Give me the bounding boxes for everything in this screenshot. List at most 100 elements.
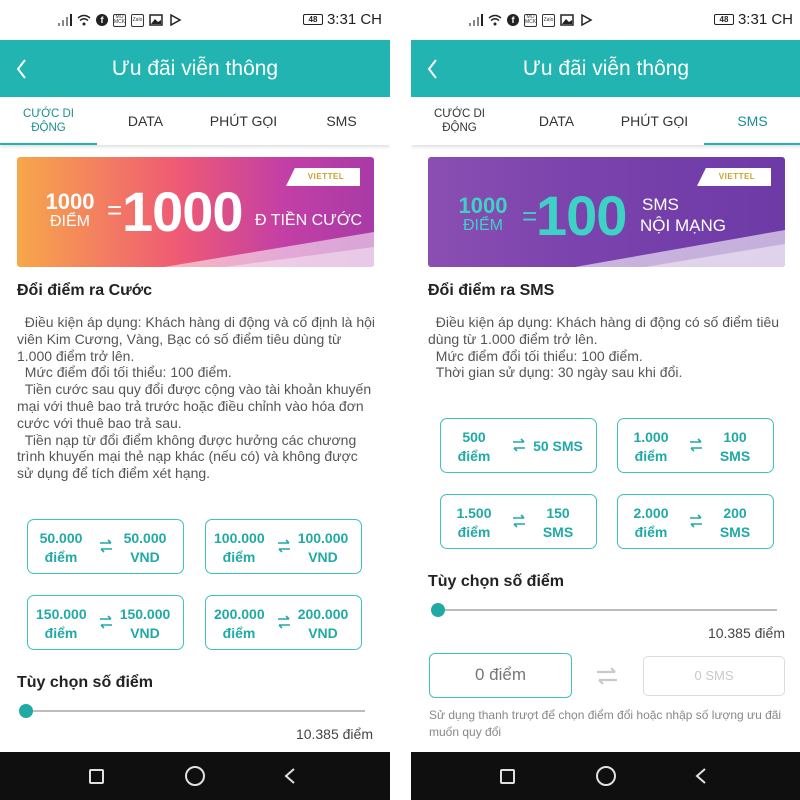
signal-icon — [58, 14, 72, 26]
custom-points-title: Tùy chọn số điểm — [428, 573, 565, 590]
banner-equals: = — [107, 195, 123, 225]
exchange-option-1000[interactable]: 1.000 điểm 100 SMS — [617, 418, 774, 473]
promo-banner: VIETTEL 1000 ĐIỂM = 100 SMS NỘI MẠNG — [428, 157, 785, 267]
battery-icon: 48 — [302, 14, 323, 25]
exchange-option-2000[interactable]: 2.000 điểm 200 SMS — [617, 494, 774, 549]
option-value: 150 SMS — [542, 505, 574, 540]
tab-data[interactable]: DATA — [508, 97, 605, 145]
tab-sms[interactable]: SMS — [293, 97, 390, 145]
app-bar: Ưu đãi viễn thông — [0, 40, 390, 97]
triangle-back-icon[interactable] — [283, 767, 297, 785]
option-value: 150.000 VND — [119, 606, 171, 641]
option-points: 1.000 điểm — [633, 429, 669, 464]
gallery-icon — [149, 14, 163, 26]
option-points: 500 điểm — [457, 429, 491, 464]
tab-data[interactable]: DATA — [97, 97, 194, 145]
promo-banner: VIETTEL 1000 ĐIỂM = 1000 Đ TIỀN CƯỚC — [17, 157, 374, 267]
swap-arrows-icon — [513, 438, 525, 452]
exchange-option-150000[interactable]: 150.000 điểm 150.000 VND — [27, 595, 184, 650]
helper-text: Sử dụng thanh trượt để chọn điểm đổi hoặ… — [429, 708, 782, 739]
swap-arrows-icon — [690, 514, 702, 528]
banner-suffix-line2: NỘI MẠNG — [640, 216, 726, 235]
status-bar: f MO MCK Zalo 48 3:31 CH — [411, 0, 800, 40]
swap-arrows-icon — [690, 438, 702, 452]
banner-suffix-line1: SMS — [642, 195, 679, 214]
status-icons: f MO MCK Zalo — [58, 12, 182, 28]
exchange-option-100000[interactable]: 100.000 điểm 100.000 VND — [205, 519, 362, 574]
tab-bar: CƯỚC DI ĐỘNG DATA PHÚT GỌI SMS — [411, 97, 800, 145]
swap-arrows-icon — [513, 514, 525, 528]
points-slider-track[interactable] — [25, 710, 365, 712]
banner-value: 1000 — [122, 180, 244, 243]
swap-arrows-icon — [100, 615, 112, 629]
facebook-icon: f — [96, 14, 108, 26]
status-time: 3:31 CH — [737, 11, 793, 28]
section-title: Đổi điểm ra SMS — [428, 282, 555, 299]
page-title: Ưu đãi viễn thông — [522, 57, 690, 80]
option-value: 50 SMS — [533, 438, 583, 454]
option-points: 1.500 điểm — [456, 505, 492, 540]
screenshot-stage: f MO MCK Zalo 48 3:31 CH Ưu đãi viễn thô… — [0, 0, 800, 800]
circle-icon[interactable] — [185, 766, 205, 786]
system-nav-bar — [0, 752, 390, 800]
tab-cuoc-di-dong[interactable]: CƯỚC DI ĐỘNG — [0, 97, 97, 145]
points-slider-thumb[interactable] — [431, 603, 445, 617]
status-time: 3:31 CH — [326, 11, 382, 28]
option-value: 100 SMS — [719, 429, 751, 464]
tab-sms[interactable]: SMS — [704, 97, 800, 145]
circle-icon[interactable] — [596, 766, 616, 786]
phone-screen-left: f MO MCK Zalo 48 3:31 CH Ưu đãi viễn thô… — [0, 0, 390, 800]
zalo-icon: Zalo — [131, 13, 144, 27]
gallery-icon — [560, 14, 574, 26]
section-description: Điều kiện áp dụng: Khách hàng di động và… — [17, 314, 376, 482]
option-value: 100.000 VND — [297, 530, 349, 565]
banner-points-unit: ĐIỂM — [50, 213, 90, 230]
exchange-option-1500[interactable]: 1.500 điểm 150 SMS — [440, 494, 597, 549]
triangle-back-icon[interactable] — [694, 767, 708, 785]
banner-equals: = — [522, 201, 538, 231]
square-icon[interactable] — [500, 769, 515, 784]
option-points: 200.000 điểm — [214, 606, 265, 641]
exchange-option-500[interactable]: 500 điểm 50 SMS — [440, 418, 597, 473]
status-bar: f MO MCK Zalo 48 3:31 CH — [0, 0, 390, 40]
points-input[interactable]: 0 điểm — [429, 653, 572, 698]
slider-max-value: 10.385 điểm — [295, 726, 373, 742]
mocmck-icon: MO MCK — [113, 13, 126, 27]
facebook-icon: f — [507, 14, 519, 26]
tab-cuoc-di-dong[interactable]: CƯỚC DI ĐỘNG — [411, 97, 508, 145]
sms-output-field: 0 SMS — [643, 656, 785, 696]
exchange-option-50000[interactable]: 50.000 điểm 50.000 VND — [27, 519, 184, 574]
battery-icon: 48 — [713, 14, 734, 25]
banner-points-unit: ĐIỂM — [463, 217, 503, 234]
swap-arrows-icon — [100, 539, 112, 553]
tab-phut-goi[interactable]: PHÚT GỌI — [195, 97, 292, 145]
tab-bar: CƯỚC DI ĐỘNG DATA PHÚT GỌI SMS — [0, 97, 390, 145]
phone-screen-right: f MO MCK Zalo 48 3:31 CH Ưu đãi viễn thô… — [411, 0, 800, 800]
status-icons: f MO MCK Zalo — [469, 12, 593, 28]
points-slider-thumb[interactable] — [19, 704, 33, 718]
page-title: Ưu đãi viễn thông — [111, 57, 279, 80]
viettel-logo: VIETTEL — [286, 168, 360, 186]
square-icon[interactable] — [89, 769, 104, 784]
option-value: 200 SMS — [719, 505, 751, 540]
swap-arrows-icon — [278, 615, 290, 629]
option-value: 200.000 VND — [297, 606, 349, 641]
mocmck-icon: MO MCK — [524, 13, 537, 27]
banner-points: 1000 — [458, 193, 508, 218]
play-icon — [170, 14, 182, 26]
custom-points-title: Tùy chọn số điểm — [17, 674, 154, 691]
banner-value: 100 — [536, 184, 627, 247]
banner-suffix: Đ TIỀN CƯỚC — [255, 212, 363, 229]
slider-max-value: 10.385 điểm — [707, 625, 785, 641]
exchange-option-200000[interactable]: 200.000 điểm 200.000 VND — [205, 595, 362, 650]
status-right: 48 3:31 CH — [713, 11, 793, 28]
play-icon — [581, 14, 593, 26]
tab-phut-goi[interactable]: PHÚT GỌI — [606, 97, 703, 145]
swap-arrows-icon — [278, 539, 290, 553]
status-right: 48 3:31 CH — [302, 11, 382, 28]
app-bar: Ưu đãi viễn thông — [411, 40, 800, 97]
viettel-logo: VIETTEL — [697, 168, 771, 186]
wifi-icon — [488, 14, 502, 26]
zalo-icon: Zalo — [542, 13, 555, 27]
points-slider-track[interactable] — [437, 609, 777, 611]
